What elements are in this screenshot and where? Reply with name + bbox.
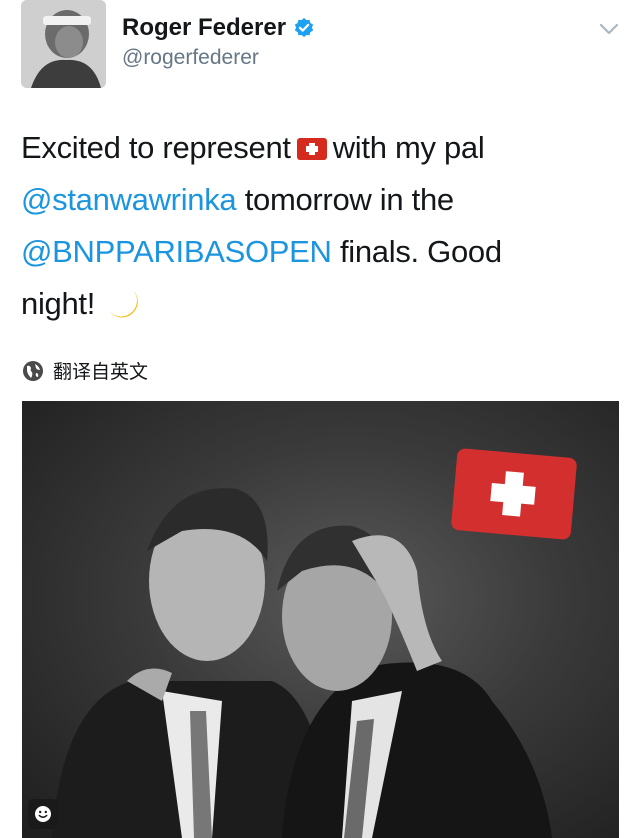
author-name-row: Roger Federer [122,14,315,42]
swiss-flag-icon [450,447,578,541]
mention-link-bnpparibasopen[interactable]: @BNPPARIBASOPEN [21,234,332,269]
verified-badge-icon [294,17,314,38]
tweet-text-segment: night! [21,286,96,321]
smiley-icon [35,806,51,822]
tweet-photo[interactable] [22,401,619,838]
display-name[interactable]: Roger Federer [122,14,286,42]
swiss-flag-emoji-icon [296,138,327,160]
tweet-text-segment: tomorrow in the [236,182,454,217]
tweet-line-1: Excited to represent with my pal [21,122,621,174]
crescent-moon-emoji-icon [109,290,138,318]
sticker-button[interactable] [28,799,58,829]
author-handle[interactable]: @rogerfederer [122,46,259,70]
tweet-text: Excited to represent with my pal @stanwaw… [21,122,621,330]
globe-icon [23,360,43,381]
translate-button[interactable]: 翻译自英文 [22,357,148,384]
mention-link-stanwawrinka[interactable]: @stanwawrinka [21,182,237,217]
tweet-line-4: night! [21,278,621,330]
tweet-line-3: @BNPPARIBASOPEN finals. Good [21,226,621,278]
avatar[interactable] [21,0,106,88]
chevron-down-icon[interactable] [597,20,621,38]
avatar-photo [21,0,106,88]
tweet-text-segment: finals. Good [331,234,502,269]
tweet-text-segment: Excited to represent [21,130,291,165]
translate-label: 翻译自英文 [53,361,149,383]
tweet-text-segment: with my pal [332,130,485,165]
tweet-line-2: @stanwawrinka tomorrow in the [21,174,621,226]
